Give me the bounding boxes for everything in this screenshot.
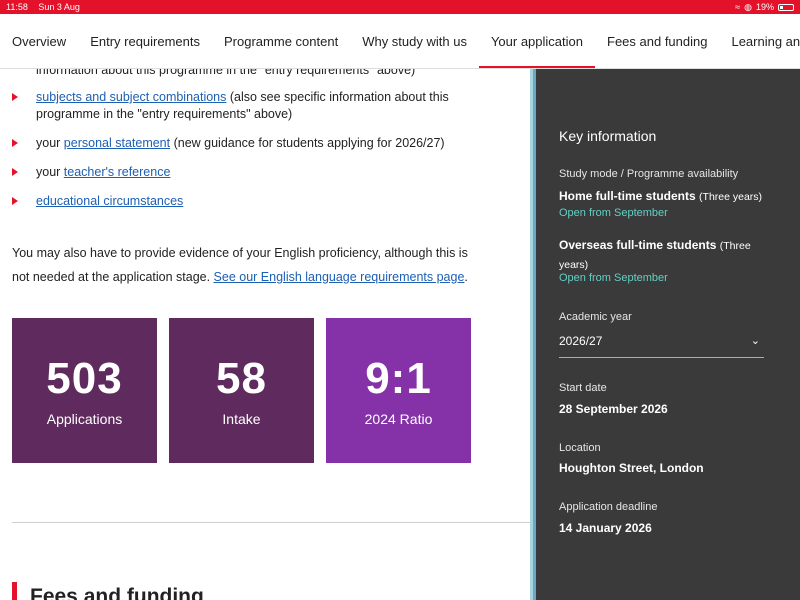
tab-entry-requirements[interactable]: Entry requirements [78,14,212,68]
academic-year-value: 2026/27 [559,334,603,348]
stat-ratio: 9:1 2024 Ratio [326,318,471,463]
status-bar: 11:58 Sun 3 Aug ≈ ◍ 19% [0,0,800,14]
stat-label: Intake [222,410,261,427]
status-time: 11:58 [6,2,28,12]
overseas-students-title: Overseas full-time students [559,238,717,252]
academic-year-select[interactable]: 2026/27 ⌄ [559,334,764,358]
stat-intake: 58 Intake [169,318,314,463]
stat-number: 503 [46,353,123,403]
tab-your-application[interactable]: Your application [478,14,596,68]
home-availability: Open from September [559,207,668,219]
start-date-label: Start date [559,382,607,394]
wifi-icon: ≈ [735,2,741,12]
personal-statement-link[interactable]: personal statement [64,136,170,150]
english-proficiency-paragraph: You may also have to provide evidence of… [12,241,482,289]
list-item: your teacher's reference [12,164,482,181]
orientation-lock-icon: ◍ [744,1,752,12]
bullet-arrow-icon [12,139,18,147]
list-item-prefix: your [36,136,64,150]
home-students-value: Home full-time students (Three years) [559,189,762,203]
status-right: ≈ ◍ 19% [735,2,794,13]
tab-programme-content[interactable]: Programme content [212,14,350,68]
english-language-requirements-link[interactable]: See our English language requirements pa… [214,270,465,284]
home-students-title: Home full-time students [559,189,696,203]
main-content: information about this programme in the … [0,69,530,600]
fees-and-funding-heading: Fees and funding [30,585,204,600]
overseas-students-value: Overseas full-time students (Three years… [559,236,764,274]
educational-circumstances-link[interactable]: educational circumstances [36,194,183,208]
bullet-arrow-icon [12,197,18,205]
stat-applications: 503 Applications [12,318,157,463]
status-left: 11:58 Sun 3 Aug [6,2,88,12]
tab-overview[interactable]: Overview [0,14,78,68]
location-label: Location [559,442,601,454]
application-requirements-list: information about this programme in the … [12,69,482,222]
list-item: information about this programme in the … [12,69,482,77]
battery-percent: 19% [755,2,774,12]
section-divider [12,522,530,523]
academic-year-label: Academic year [559,311,632,323]
stat-number: 9:1 [365,353,432,403]
bullet-arrow-icon [12,93,18,101]
key-information-panel: Key information Study mode / Programme a… [536,69,800,600]
status-date: Sun 3 Aug [38,2,80,12]
section-tabs: Overview Entry requirements Programme co… [0,14,800,69]
tab-why-study-with-us[interactable]: Why study with us [350,14,479,68]
heading-accent-bar [12,582,17,600]
deadline-value: 14 January 2026 [559,521,652,535]
tab-fees-and-funding[interactable]: Fees and funding [595,14,719,68]
chevron-down-icon: ⌄ [750,335,760,347]
list-item-prefix: your [36,165,64,179]
stat-label: 2024 Ratio [364,410,433,427]
list-item: your personal statement (new guidance fo… [12,135,482,152]
list-item: educational circumstances [12,193,482,210]
overseas-availability: Open from September [559,272,668,284]
home-students-years: (Three years) [699,191,763,203]
teachers-reference-link[interactable]: teacher's reference [64,165,171,179]
panel-title: Key information [559,128,657,144]
study-mode-label: Study mode / Programme availability [559,168,739,180]
list-item: subjects and subject combinations (also … [12,89,482,123]
stat-label: Applications [46,410,123,427]
list-item-text: information about this programme in the … [36,69,416,77]
bullet-arrow-icon [12,168,18,176]
stat-number: 58 [216,353,267,403]
start-date-value: 28 September 2026 [559,402,668,416]
deadline-label: Application deadline [559,501,658,513]
location-value: Houghton Street, London [559,461,704,475]
tab-learning-and-assessment[interactable]: Learning and assessm [719,14,800,68]
list-item-text: (new guidance for students applying for … [170,136,445,150]
paragraph-end: . [464,270,468,284]
battery-icon [778,3,794,11]
subjects-link[interactable]: subjects and subject combinations [36,90,226,104]
